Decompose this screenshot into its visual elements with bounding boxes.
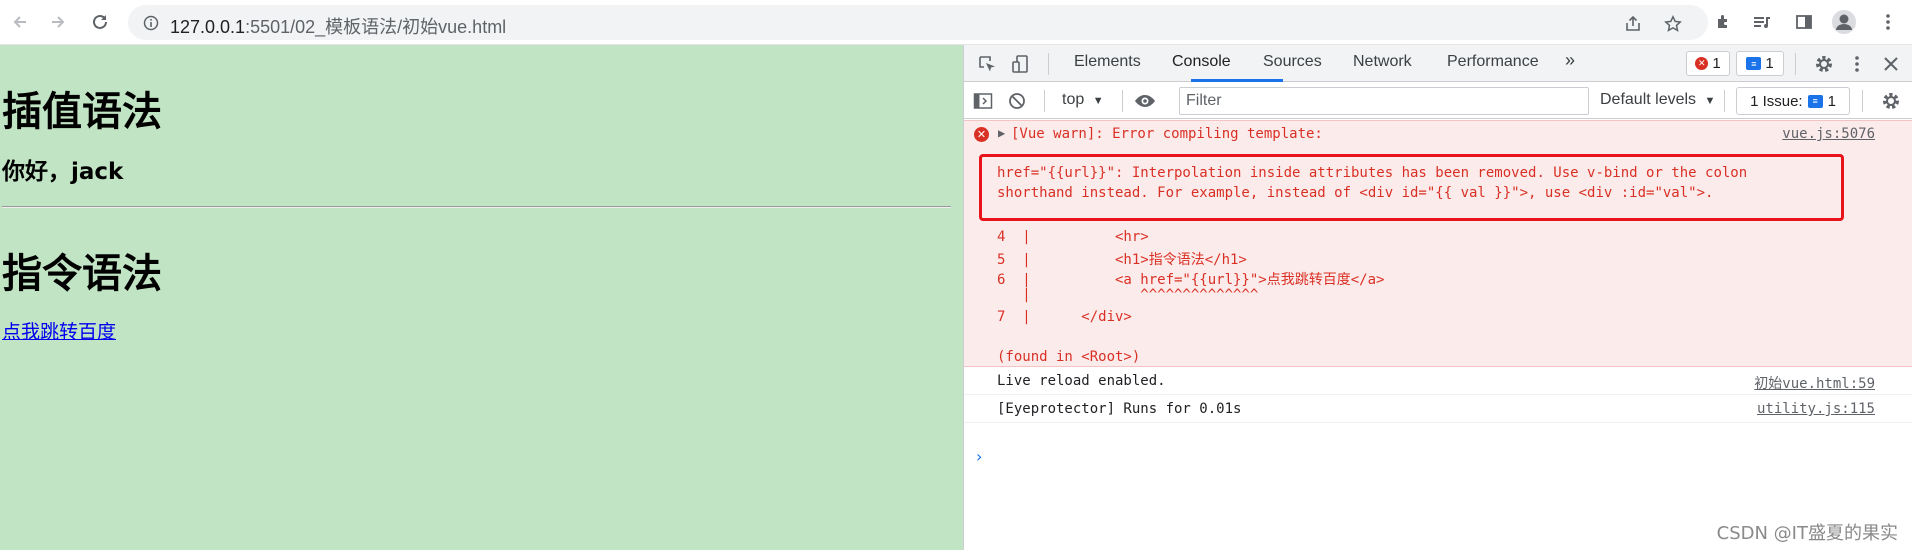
tab-console[interactable]: Console — [1172, 53, 1231, 71]
context-selector[interactable]: top ▼ — [1062, 91, 1104, 109]
devtools-panel: Elements Console Sources Network Perform… — [963, 45, 1912, 550]
dropdown-caret-icon: ▼ — [1704, 95, 1716, 107]
log-levels-dropdown[interactable]: Default levels ▼ — [1600, 91, 1715, 109]
dropdown-caret-icon: ▼ — [1092, 95, 1104, 107]
arrow-left-icon — [13, 16, 26, 28]
code-frame-line: 4 | <hr> — [997, 229, 1149, 245]
heading-interpolation: 插值语法 — [2, 89, 162, 135]
console-toolbar: top ▼ Default levels ▼ 1 Issue: ≡ 1 — [964, 82, 1912, 119]
forward-button[interactable] — [44, 8, 72, 36]
share-icon[interactable] — [1622, 13, 1644, 35]
issue-message-icon: ≡ — [1807, 94, 1823, 108]
toolbar-separator — [1044, 90, 1045, 112]
tab-network[interactable]: Network — [1353, 53, 1412, 71]
clear-console-icon[interactable] — [1004, 88, 1030, 114]
greeting-text: 你好，jack — [2, 159, 124, 185]
close-devtools-icon[interactable] — [1878, 51, 1904, 77]
address-bar[interactable]: 127.0.0.1:5501/02_模板语法/初始vue.html — [128, 5, 1708, 40]
toolbar-separator — [1724, 90, 1725, 112]
error-source-link[interactable]: vue.js:5076 — [1782, 126, 1875, 142]
baidu-link[interactable]: 点我跳转百度 — [2, 317, 116, 344]
console-settings-icon[interactable] — [1878, 88, 1904, 114]
error-message-line: href="{{url}}": Interpolation inside att… — [997, 165, 1748, 181]
tab-sources[interactable]: Sources — [1263, 53, 1322, 71]
issues-count: 1 — [1827, 92, 1836, 110]
device-toolbar-icon[interactable] — [1008, 51, 1034, 77]
message-count-badge[interactable]: ≡ 1 — [1736, 51, 1784, 76]
error-count: 1 — [1712, 55, 1721, 72]
toolbar-separator — [1122, 90, 1123, 112]
page-viewport: 插值语法 你好，jack 指令语法 点我跳转百度 — [0, 45, 963, 550]
console-log-row: [Eyeprotector] Runs for 0.01s utility.js… — [964, 395, 1912, 423]
arrow-right-icon — [52, 16, 65, 28]
error-icon: ✕ — [974, 127, 989, 142]
log-message: [Eyeprotector] Runs for 0.01s — [997, 401, 1242, 417]
log-source-link[interactable]: 初始vue.html:59 — [1754, 373, 1875, 393]
extensions-icon[interactable] — [1710, 8, 1738, 36]
profile-avatar-icon[interactable] — [1830, 8, 1858, 36]
code-frame-line: 5 | <h1>指令语法</h1> — [997, 252, 1247, 268]
browser-menu-icon[interactable] — [1874, 8, 1902, 36]
heading-directive: 指令语法 — [2, 251, 162, 297]
bookmark-star-icon[interactable] — [1662, 13, 1684, 35]
message-count: 1 — [1765, 55, 1774, 72]
toolbar-separator — [1862, 90, 1863, 112]
issues-label: 1 Issue: — [1750, 92, 1803, 110]
found-in-root: (found in <Root>) — [997, 349, 1141, 365]
url-path: :5501/02_模板语法/初始vue.html — [245, 17, 507, 37]
url-text[interactable]: 127.0.0.1:5501/02_模板语法/初始vue.html — [170, 13, 506, 39]
reload-button[interactable] — [86, 8, 114, 36]
log-source-link[interactable]: utility.js:115 — [1757, 401, 1875, 417]
media-queue-icon[interactable] — [1748, 8, 1776, 36]
message-icon: ≡ — [1746, 57, 1762, 70]
issues-button[interactable]: 1 Issue: ≡ 1 — [1736, 87, 1850, 115]
url-host: 127.0.0.1 — [170, 17, 246, 37]
error-circle-icon: ✕ — [1695, 57, 1709, 70]
code-frame-line: 7 | </div> — [997, 309, 1132, 325]
info-icon[interactable] — [142, 14, 160, 32]
inspect-element-icon[interactable] — [974, 51, 1000, 77]
sidebar-toggle-icon[interactable] — [970, 88, 996, 114]
back-button[interactable] — [6, 8, 34, 36]
error-count-badge[interactable]: ✕ 1 — [1686, 51, 1730, 76]
console-log-row: Live reload enabled. 初始vue.html:59 — [964, 367, 1912, 395]
console-filter-input[interactable] — [1179, 87, 1589, 115]
toolbar-separator — [1795, 53, 1796, 75]
side-panel-icon[interactable] — [1790, 8, 1818, 36]
error-message-line: shorthand instead. For example, instead … — [997, 185, 1714, 201]
log-message: Live reload enabled. — [997, 373, 1166, 389]
expand-triangle-icon[interactable]: ▶ — [998, 126, 1005, 140]
tab-performance[interactable]: Performance — [1447, 53, 1539, 71]
browser-toolbar: 127.0.0.1:5501/02_模板语法/初始vue.html — [0, 0, 1912, 45]
toolbar-separator — [1048, 53, 1049, 75]
tab-elements[interactable]: Elements — [1074, 53, 1141, 71]
page-divider — [2, 206, 951, 208]
console-prompt[interactable]: › — [976, 447, 982, 466]
code-frame-line: | ^^^^^^^^^^^^^^ — [997, 287, 1259, 303]
console-output: ✕ ▶ [Vue warn]: Error compiling template… — [964, 120, 1912, 550]
devtools-menu-icon[interactable] — [1844, 51, 1870, 77]
code-frame-line: 6 | <a href="{{url}}">点我跳转百度</a> — [997, 272, 1385, 288]
devtools-tabbar: Elements Console Sources Network Perform… — [964, 45, 1912, 82]
csdn-watermark: CSDN @IT盛夏的果实 — [1716, 523, 1898, 544]
live-expression-eye-icon[interactable] — [1132, 88, 1158, 114]
log-levels-label: Default levels — [1600, 91, 1697, 108]
error-title: [Vue warn]: Error compiling template: — [1011, 126, 1323, 142]
reload-icon — [93, 14, 107, 29]
more-tabs-button[interactable]: » — [1565, 50, 1575, 71]
devtools-settings-icon[interactable] — [1811, 51, 1837, 77]
console-error-message[interactable]: ✕ ▶ [Vue warn]: Error compiling template… — [964, 120, 1912, 367]
context-value: top — [1062, 91, 1085, 108]
